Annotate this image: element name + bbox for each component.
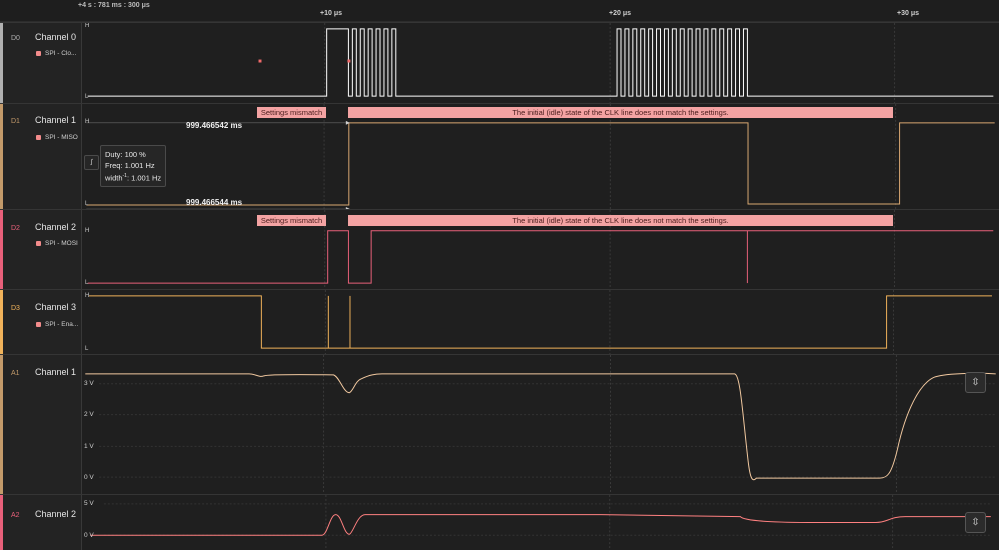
channel-row-a2[interactable]: A2 Channel 2 5 V 0 V ⇳ [0,494,999,550]
level-low-label: L [85,94,89,100]
y-axis-label-5v: 5 V [84,500,94,507]
measurement-tooltip: Duty: 100 % Freq: 1.001 Hz width-1: 1.00… [100,145,166,187]
level-low-label: L [85,201,89,207]
channel-id: D0 [11,35,20,42]
ruler-tick-10us: +10 μs [320,10,342,17]
channel-name: Channel 2 [35,509,77,519]
level-high-label: H [85,293,90,299]
settings-mismatch-annotation[interactable]: Settings mismatch [257,215,326,226]
digital-waveform-d3 [89,290,992,354]
channel-row-d3[interactable]: D3 Channel 3 SPI - Ena... H L [0,289,999,354]
channel-color-stripe [0,355,3,494]
y-axis-label-0v: 0 V [84,532,94,539]
analyzer-label[interactable]: SPI - MOSI [45,240,78,247]
analyzer-label[interactable]: SPI - MISO [45,134,78,141]
fit-vertical-button[interactable]: ⇳ [965,372,986,393]
waveform-area-a1[interactable]: 3 V 2 V 1 V 0 V [82,355,999,494]
analyzer-color-dot [36,322,41,327]
analyzer-label[interactable]: SPI - Ena... [45,321,78,328]
channel-label-panel-a1[interactable]: A1 Channel 1 [0,355,82,494]
channel-color-stripe [0,290,3,354]
channel-name: Channel 0 [35,32,77,42]
level-high-label: H [85,228,90,234]
waveform-area-a2[interactable]: 5 V 0 V [82,495,999,550]
digital-waveform-d1 [86,104,995,209]
channel-color-stripe [0,104,3,209]
measure-freq: Freq: 1.001 Hz [105,161,155,170]
channel-name: Channel 3 [35,302,77,312]
analyzer-color-dot [36,241,41,246]
y-axis-label-3v: 3 V [84,380,94,387]
digital-waveform-d0 [87,23,994,103]
ruler-tick-30us: +30 μs [897,10,919,17]
fit-vertical-button[interactable]: ⇳ [965,512,986,533]
channel-row-d2[interactable]: D2 Channel 2 SPI - MOSI H L Settings mis… [0,209,999,289]
waveform-area-d0[interactable]: H L [82,23,999,103]
analyzer-color-dot [36,51,41,56]
y-axis-label-2v: 2 V [84,411,94,418]
channel-id: D2 [11,225,20,232]
channel-row-d0[interactable]: D0 Channel 0 SPI - Clo... H L [0,22,999,103]
channel-label-panel-a2[interactable]: A2 Channel 2 [0,495,82,550]
measurement-time-bottom: 999.466544 ms [186,198,243,207]
level-high-label: H [85,23,90,29]
clk-idle-mismatch-annotation[interactable]: The initial (idle) state of the CLK line… [348,107,893,118]
channel-row-d1[interactable]: D1 Channel 1 SPI - MISO H L Settings mis… [0,103,999,209]
analog-waveform-a1 [85,355,996,494]
settings-mismatch-annotation[interactable]: Settings mismatch [257,107,326,118]
measure-duty: Duty: 100 % [105,150,146,159]
level-high-label: H [85,119,90,125]
channel-id: A2 [11,512,20,519]
measurement-time-top: 999.466542 ms [186,121,243,130]
ruler-start-label: +4 s : 781 ms : 300 μs [78,2,150,9]
channel-name: Channel 2 [35,222,77,232]
level-low-label: L [85,346,89,352]
clk-idle-mismatch-annotation[interactable]: The initial (idle) state of the CLK line… [348,215,893,226]
analog-waveform-a2 [90,495,991,550]
ruler-tick-20us: +20 μs [609,10,631,17]
analyzer-label[interactable]: SPI - Clo... [45,50,76,57]
measure-width: width-1: 1.001 Hz [105,173,162,183]
waveform-area-d2[interactable]: H L Settings mismatch The initial (idle)… [82,210,999,289]
channel-name: Channel 1 [35,115,77,125]
waveform-area-d1[interactable]: H L Settings mismatch The initial (idle)… [82,104,999,209]
channel-color-stripe [0,210,3,289]
channel-name: Channel 1 [35,367,77,377]
channel-id: D1 [11,118,20,125]
level-low-label: L [85,280,89,286]
channel-row-a1[interactable]: A1 Channel 1 3 V 2 V 1 V 0 V ⇳ [0,354,999,494]
analyzer-color-dot [36,135,41,140]
y-axis-label-0v: 0 V [84,474,94,481]
channel-label-panel-d3[interactable]: D3 Channel 3 SPI - Ena... [0,290,82,354]
channel-label-panel-d2[interactable]: D2 Channel 2 SPI - MOSI [0,210,82,289]
time-ruler[interactable]: +4 s : 781 ms : 300 μs +10 μs +20 μs +30… [0,0,999,22]
measurement-toggle-icon[interactable]: ꭍ [84,155,99,170]
channel-label-panel-d0[interactable]: D0 Channel 0 SPI - Clo... [0,23,82,103]
channel-id: D3 [11,305,20,312]
channel-color-stripe [0,495,3,550]
channel-label-panel-d1[interactable]: D1 Channel 1 SPI - MISO [0,104,82,209]
y-axis-label-1v: 1 V [84,443,94,450]
channel-id: A1 [11,370,20,377]
channel-color-stripe [0,23,3,103]
waveform-area-d3[interactable]: H L [82,290,999,354]
